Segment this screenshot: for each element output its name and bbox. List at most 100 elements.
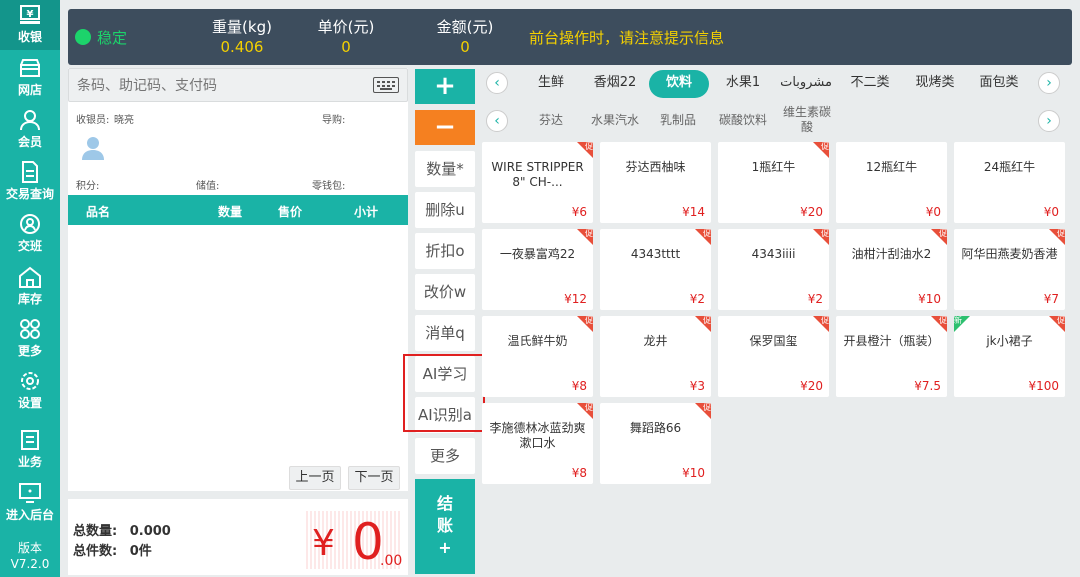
- next-page-button[interactable]: 下一页: [348, 466, 400, 490]
- product-card[interactable]: 开县橙汁（瓶装） ¥7.5 促: [836, 316, 947, 397]
- product-card[interactable]: 24瓶红牛 ¥0: [954, 142, 1065, 223]
- amount-display: 金额(元) 0: [415, 17, 515, 57]
- total-items-label: 总件数:: [73, 544, 118, 559]
- order-table-header: 品名 数量 售价 小计: [68, 195, 408, 225]
- search-input[interactable]: [77, 75, 357, 97]
- checkout-label-2: 账: [436, 516, 453, 535]
- sidebar-item-cashier[interactable]: ¥ 收银: [0, 0, 60, 50]
- product-name: 舞蹈路66: [629, 421, 682, 435]
- sidebar-item-inventory[interactable]: 库存: [0, 262, 60, 312]
- void-order-button[interactable]: 消单q: [415, 315, 475, 351]
- change-price-button[interactable]: 改价w: [415, 274, 475, 310]
- checkout-label-3: +: [438, 538, 452, 557]
- subcategory-fanta[interactable]: 芬达: [526, 113, 576, 128]
- version-info: 版本 V7.2.0: [0, 540, 60, 572]
- avatar[interactable]: [82, 136, 104, 160]
- promo-tag-label: 促: [821, 142, 829, 151]
- subcategory-carbonated[interactable]: 碳酸饮料: [713, 113, 773, 128]
- sidebar-item-label: 收银: [17, 30, 42, 44]
- category-tab-baked[interactable]: 现烤类: [906, 70, 964, 98]
- product-price: ¥10: [918, 292, 941, 306]
- sidebar-item-label: 会员: [17, 135, 42, 149]
- product-card[interactable]: 李施德林冰蓝劲爽漱口水 ¥8 促: [482, 403, 593, 484]
- category-tab-fresh[interactable]: 生鲜: [524, 70, 578, 98]
- sidebar-item-backend[interactable]: 进入后台: [0, 478, 60, 528]
- product-name: WIRE STRIPPER 8" CH-...: [491, 160, 584, 189]
- category-tab-buer[interactable]: 不二类: [844, 70, 896, 98]
- cashier-name: 晓亮: [114, 115, 134, 126]
- product-card[interactable]: 保罗国玺 ¥20 促: [718, 316, 829, 397]
- guide-label[interactable]: 导购:: [322, 111, 345, 126]
- amount-label: 金额(元): [436, 18, 494, 36]
- product-card[interactable]: 龙井 ¥3 促: [600, 316, 711, 397]
- total-quantity-label: 总数量:: [73, 524, 118, 539]
- quantity-button[interactable]: 数量*: [415, 151, 475, 187]
- sidebar-item-label: 交易查询: [5, 187, 54, 201]
- sidebar-item-more[interactable]: 更多: [0, 314, 60, 364]
- sidebar-item-transactions[interactable]: 交易查询: [0, 157, 60, 207]
- discount-button[interactable]: 折扣o: [415, 233, 475, 269]
- sidebar-item-label: 进入后台: [5, 508, 54, 522]
- add-quantity-button[interactable]: +: [415, 69, 475, 104]
- category-tab-fruit[interactable]: 水果1: [718, 70, 768, 98]
- grid-icon: [20, 319, 40, 339]
- product-card[interactable]: 阿华田燕麦奶香港 ¥7 促: [954, 229, 1065, 310]
- sidebar-item-store[interactable]: 网店: [0, 53, 60, 103]
- product-card[interactable]: 1瓶红牛 ¥20 促: [718, 142, 829, 223]
- warehouse-icon: [19, 266, 41, 288]
- product-card[interactable]: 温氏鲜牛奶 ¥8 促: [482, 316, 593, 397]
- stored-value-label: 储值:: [196, 181, 220, 192]
- product-card[interactable]: WIRE STRIPPER 8" CH-... ¥6 促: [482, 142, 593, 223]
- checkout-button[interactable]: 结 账 +: [415, 479, 475, 574]
- product-card[interactable]: 4343tttt ¥2 促: [600, 229, 711, 310]
- subcategory-vitamin-soda[interactable]: 维生素碳酸: [780, 105, 834, 135]
- product-card[interactable]: 4343iiii ¥2 促: [718, 229, 829, 310]
- subcategory-dairy[interactable]: 乳制品: [653, 113, 703, 128]
- column-header-price: 售价: [278, 205, 303, 219]
- gear-icon: [21, 372, 39, 390]
- sidebar-item-label: 交班: [17, 239, 42, 253]
- category-next-arrow-icon[interactable]: ›: [1038, 72, 1060, 94]
- product-name: 龙井: [643, 334, 668, 348]
- sidebar-item-label: 设置: [17, 396, 42, 410]
- product-card[interactable]: jk小裙子 ¥100 促 新: [954, 316, 1065, 397]
- subcategory-prev-arrow-icon[interactable]: ‹: [486, 110, 508, 132]
- product-card[interactable]: 芬达西柚味 ¥14: [600, 142, 711, 223]
- product-price: ¥20: [800, 205, 823, 219]
- subcategory-fruit-soda[interactable]: 水果汽水: [585, 113, 645, 128]
- sidebar-item-business[interactable]: 业务: [0, 425, 60, 475]
- cashier-label: 收银员:: [76, 115, 110, 126]
- column-header-name: 品名: [86, 205, 111, 219]
- product-card[interactable]: 油柑汁刮油水2 ¥10 促: [836, 229, 947, 310]
- category-tab-beverages[interactable]: 饮料: [649, 70, 709, 98]
- product-card[interactable]: 12瓶红牛 ¥0: [836, 142, 947, 223]
- category-tab-bread[interactable]: 面包类: [970, 70, 1028, 98]
- total-decimal: .00: [380, 553, 403, 569]
- subcategory-next-arrow-icon[interactable]: ›: [1038, 110, 1060, 132]
- promo-tag-label: 促: [821, 229, 829, 238]
- product-name: 油柑汁刮油水2: [851, 247, 932, 261]
- product-card[interactable]: 一夜暴富鸡22 ¥12 促: [482, 229, 593, 310]
- product-name: 保罗国玺: [749, 334, 798, 348]
- sidebar-item-member[interactable]: 会员: [0, 105, 60, 155]
- category-prev-arrow-icon[interactable]: ‹: [486, 72, 508, 94]
- product-name: 12瓶红牛: [865, 160, 918, 174]
- sidebar-item-label: 网店: [17, 83, 42, 97]
- prev-page-button[interactable]: 上一页: [289, 466, 341, 490]
- reduce-quantity-button[interactable]: −: [415, 110, 475, 145]
- promo-tag-label: 促: [585, 142, 593, 151]
- more-button[interactable]: 更多: [415, 438, 475, 474]
- column-header-quantity: 数量: [218, 205, 243, 219]
- total-currency: ¥: [312, 523, 335, 564]
- product-price: ¥8: [571, 379, 587, 393]
- sidebar-item-shift[interactable]: 交班: [0, 209, 60, 259]
- product-card[interactable]: 舞蹈路66 ¥10 促: [600, 403, 711, 484]
- delete-button[interactable]: 删除u: [415, 192, 475, 228]
- product-price: ¥7.5: [914, 379, 941, 393]
- category-tab-cigarettes[interactable]: 香烟22: [586, 70, 644, 98]
- keyboard-icon[interactable]: [373, 77, 399, 93]
- sidebar-item-settings[interactable]: 设置: [0, 366, 60, 416]
- category-tab-drinks-arabic[interactable]: مشروبات: [776, 70, 836, 98]
- promo-tag-label: 促: [585, 403, 593, 412]
- promo-tag-label: 促: [1057, 316, 1065, 325]
